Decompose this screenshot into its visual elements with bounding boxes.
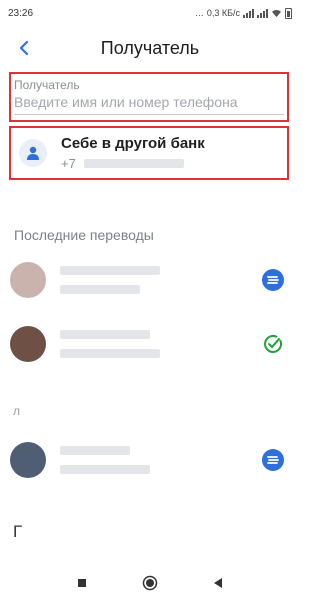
bank-card-icon: [262, 449, 284, 471]
recipient-input[interactable]: [14, 94, 284, 110]
page-title: Получатель: [100, 37, 200, 58]
bank-card-icon: [262, 269, 284, 291]
phone-prefix: +7: [61, 156, 76, 171]
blurred-phone: [60, 465, 150, 474]
net-speed: 0,3 КБ/с: [206, 8, 240, 18]
wifi-icon: [272, 9, 281, 17]
battery-icon: [285, 7, 292, 19]
blurred-phone: [60, 285, 140, 294]
circle-home-icon: [142, 575, 158, 591]
contact-row[interactable]: [0, 432, 300, 488]
section-letter-g: Г: [13, 522, 23, 541]
contact-info: [60, 446, 150, 474]
recipient-field-label: Получатель: [14, 78, 80, 92]
contact-row[interactable]: [0, 252, 300, 308]
recent-transfers-title: Последние переводы: [14, 227, 154, 243]
square-nav-icon: [78, 579, 86, 587]
avatar: [10, 326, 46, 362]
contact-info: [60, 266, 160, 294]
avatar: [10, 442, 46, 478]
system-nav-bar: [0, 566, 300, 600]
blurred-phone: [60, 349, 160, 358]
status-indicators: … 0,3 КБ/с: [194, 7, 292, 19]
blurred-name: [60, 446, 130, 455]
signal-icon-2: [257, 8, 268, 18]
blurred-phone: [83, 159, 184, 168]
contact-info: [60, 330, 160, 358]
self-transfer-card[interactable]: Себе в другой банк +7: [9, 126, 289, 180]
avatar: [10, 262, 46, 298]
app-bar: Получатель: [0, 26, 300, 70]
field-underline: [14, 114, 284, 115]
blurred-name: [60, 266, 160, 275]
recipient-field[interactable]: Получатель: [9, 72, 289, 122]
self-transfer-phone: +7: [61, 156, 205, 171]
status-bar: 23:26 … 0,3 КБ/с: [0, 0, 300, 26]
recent-apps-button[interactable]: [71, 572, 93, 594]
section-letter-l: л: [13, 404, 21, 418]
alarm-icon: …: [194, 8, 204, 18]
blurred-name: [60, 330, 150, 339]
signal-icon: [243, 8, 254, 18]
self-transfer-title: Себе в другой банк: [61, 135, 205, 152]
status-time: 23:26: [8, 7, 34, 19]
back-button[interactable]: [4, 28, 44, 68]
sber-check-icon: [262, 333, 284, 355]
arrow-back-icon: [19, 40, 29, 56]
person-icon: [19, 139, 47, 167]
self-transfer-text: Себе в другой банк +7: [61, 135, 205, 171]
home-button[interactable]: [139, 572, 161, 594]
system-back-button[interactable]: [207, 572, 229, 594]
contact-row[interactable]: [0, 316, 300, 372]
triangle-back-icon: [214, 578, 222, 588]
